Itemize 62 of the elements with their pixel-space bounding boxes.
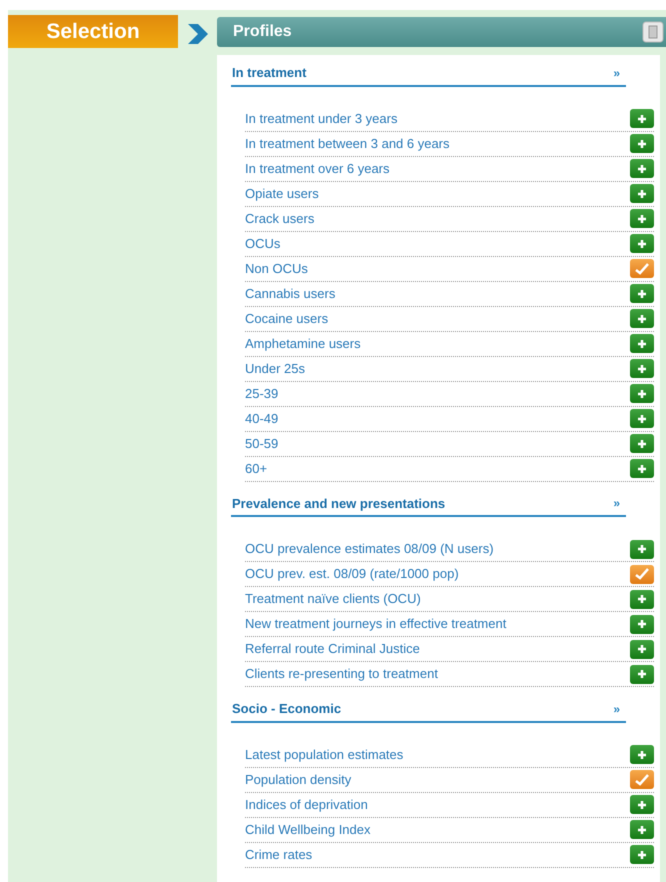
add-icon[interactable] (630, 745, 654, 764)
profile-item[interactable]: OCU prev. est. 08/09 (rate/1000 pop) (245, 564, 459, 584)
add-icon[interactable] (630, 134, 654, 153)
profile-item[interactable]: New treatment journeys in effective treatment (245, 614, 506, 634)
add-icon[interactable] (630, 234, 654, 253)
add-icon[interactable] (630, 109, 654, 128)
profile-item[interactable]: 50-59 (245, 434, 278, 454)
checked-icon[interactable] (630, 259, 654, 278)
profile-item[interactable]: Indices of deprivation (245, 794, 368, 814)
sidebar-tab[interactable]: Selection (8, 15, 178, 48)
add-icon[interactable] (630, 334, 654, 353)
add-icon[interactable] (630, 459, 654, 478)
profile-item[interactable]: In treatment between 3 and 6 years (245, 134, 450, 154)
add-icon[interactable] (630, 795, 654, 814)
checked-icon[interactable] (630, 770, 654, 789)
profile-item[interactable]: Crack users (245, 208, 314, 228)
panel-title: Profiles (233, 22, 292, 42)
profile-item[interactable]: 25-39 (245, 384, 278, 404)
add-icon[interactable] (630, 614, 654, 634)
expand-link[interactable]: » (613, 700, 620, 718)
profile-item[interactable]: Cocaine users (245, 308, 328, 328)
profile-item[interactable]: Crime rates (245, 844, 312, 864)
chevron-icon (186, 22, 210, 46)
add-icon[interactable] (630, 159, 654, 178)
profile-item[interactable]: Clients re-presenting to treatment (245, 664, 438, 684)
add-icon[interactable] (630, 409, 654, 428)
section-title: In treatment (232, 64, 306, 82)
profile-item[interactable]: 60+ (245, 458, 268, 478)
add-icon[interactable] (630, 845, 654, 864)
add-icon[interactable] (630, 664, 654, 684)
profile-item[interactable]: In treatment under 3 years (245, 108, 398, 128)
profile-item[interactable]: OCU prevalence estimates 08/09 (N users) (245, 539, 494, 559)
expand-link[interactable]: » (613, 494, 620, 512)
add-icon[interactable] (630, 209, 654, 228)
profile-item[interactable]: Child Wellbeing Index (245, 820, 370, 840)
profile-item[interactable]: Latest population estimates (245, 744, 404, 764)
profile-item[interactable]: Amphetamine users (245, 334, 361, 354)
add-icon[interactable] (630, 434, 654, 453)
expand-link[interactable]: » (613, 64, 620, 82)
section-title: Prevalence and new presentations (232, 494, 446, 513)
add-icon[interactable] (630, 640, 654, 658)
profile-item[interactable]: Opiate users (245, 184, 319, 204)
document-icon[interactable] (642, 21, 664, 43)
section-title: Socio - Economic (232, 700, 342, 718)
profile-item[interactable]: Referral route Criminal Justice (245, 639, 420, 659)
profile-item[interactable]: In treatment over 6 years (245, 158, 390, 178)
add-icon[interactable] (630, 590, 654, 608)
add-icon[interactable] (630, 184, 654, 203)
add-icon[interactable] (630, 309, 654, 328)
profile-item[interactable]: Cannabis users (245, 284, 336, 304)
profile-item[interactable]: Population density (245, 770, 352, 790)
checked-icon[interactable] (630, 564, 654, 584)
add-icon[interactable] (630, 540, 654, 558)
add-icon[interactable] (630, 284, 654, 303)
add-icon[interactable] (630, 820, 654, 839)
profile-item[interactable]: OCUs (245, 234, 280, 254)
add-icon[interactable] (630, 359, 654, 378)
profile-item[interactable]: Non OCUs (245, 258, 308, 278)
profile-item[interactable]: 40-49 (245, 408, 278, 428)
add-icon[interactable] (630, 384, 654, 403)
profile-item[interactable]: Under 25s (245, 358, 305, 378)
profile-item[interactable]: Treatment naïve clients (OCU) (245, 589, 421, 609)
